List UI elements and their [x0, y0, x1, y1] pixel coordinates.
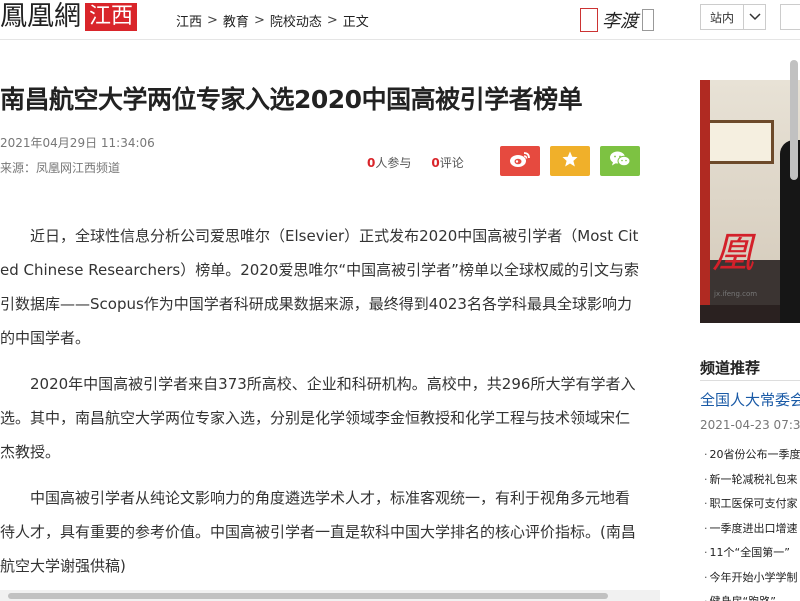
sponsor-logo[interactable]: 李渡 [580, 6, 654, 34]
comments-label: 评论 [439, 156, 464, 170]
article-paragraph: 近日，全球性信息分析公司爱思唯尔（Elsevier）正式发布2020中国高被引学… [0, 227, 639, 347]
site-header: 鳳凰網 江西 江西 > 教育 > 院校动态 > 正文 李渡 站内 [0, 0, 800, 40]
list-item[interactable]: 健身房“跑路” [704, 590, 800, 601]
channel-divider [700, 380, 800, 381]
share-weibo-button[interactable] [500, 146, 540, 176]
list-item[interactable]: 今年开始小学学制 [704, 566, 800, 591]
participants-link[interactable]: 0人参与 [367, 154, 411, 171]
horizontal-scrollbar-thumb[interactable] [8, 593, 608, 599]
participants-label: 人参与 [375, 156, 412, 170]
article-title: 南昌航空大学两位专家入选2020中国高被引学者榜单 [0, 85, 583, 114]
article-paragraph: 2020年中国高被引学者来自373所高校、企业和科研机构。高校中，共296所大学… [0, 375, 636, 461]
logo-text: 鳳凰網 [0, 1, 81, 32]
weibo-icon [509, 150, 531, 172]
horizontal-scrollbar[interactable] [0, 590, 660, 601]
breadcrumb-item-jiangxi[interactable]: 江西 [176, 11, 202, 30]
list-item[interactable]: 新一轮减税礼包来 [704, 468, 800, 493]
comments-link[interactable]: 0评论 [431, 154, 463, 171]
breadcrumb-separator: > [253, 13, 265, 28]
featured-news-date: 2021-04-23 07:36 [700, 418, 800, 432]
featured-news-link[interactable]: 全国人大常委会 [700, 389, 800, 410]
wechat-icon [609, 150, 631, 172]
site-logo[interactable]: 鳳凰網 江西 [0, 1, 138, 32]
recommend-list: 20省份公布一季度 新一轮减税礼包来 职工医保可支付家 一季度进出口增速 11个… [704, 443, 800, 601]
sponsor-tag-icon [642, 9, 654, 31]
breadcrumb: 江西 > 教育 > 院校动态 > 正文 [176, 11, 369, 30]
list-item[interactable]: 20省份公布一季度 [704, 443, 800, 468]
sidebar: 频道推荐 全国人大常委会 2021-04-23 07:36 20省份公布一季度 … [700, 0, 800, 601]
list-item[interactable]: 职工医保可支付家 [704, 492, 800, 517]
breadcrumb-item-article: 正文 [342, 15, 369, 30]
article-datetime: 2021年04月29日 11:34:06 [0, 136, 155, 150]
sponsor-seal-icon [580, 8, 598, 32]
vertical-scrollbar[interactable] [787, 40, 800, 601]
vertical-scrollbar-thumb[interactable] [790, 60, 798, 180]
logo-region-badge: 江西 [85, 3, 138, 31]
article-stats: 0人参与 0评论 [367, 154, 464, 171]
breadcrumb-item-school-news[interactable]: 院校动态 [270, 11, 322, 30]
comments-count: 0 [431, 156, 440, 170]
star-icon [561, 150, 579, 172]
article-source[interactable]: 来源：凤凰网江西频道 [0, 159, 120, 176]
sponsor-name: 李渡 [602, 11, 638, 32]
breadcrumb-item-education[interactable]: 教育 [223, 11, 249, 30]
breadcrumb-separator: > [326, 13, 338, 28]
share-wechat-button[interactable] [600, 146, 640, 176]
favorite-button[interactable] [550, 146, 590, 176]
breadcrumb-separator: > [207, 13, 218, 28]
list-item[interactable]: 11个“全国第一” [704, 541, 800, 566]
list-item[interactable]: 一季度进出口增速 [704, 517, 800, 542]
channel-recommend-heading: 频道推荐 [700, 359, 761, 377]
article-paragraph: 中国高被引学者从纯论文影响力的角度遴选学术人才，标准客观统一，有利于视角多元地看… [0, 489, 636, 575]
article-body: 近日，全球性信息分析公司爱思唯尔（Elsevier）正式发布2020中国高被引学… [0, 219, 640, 595]
